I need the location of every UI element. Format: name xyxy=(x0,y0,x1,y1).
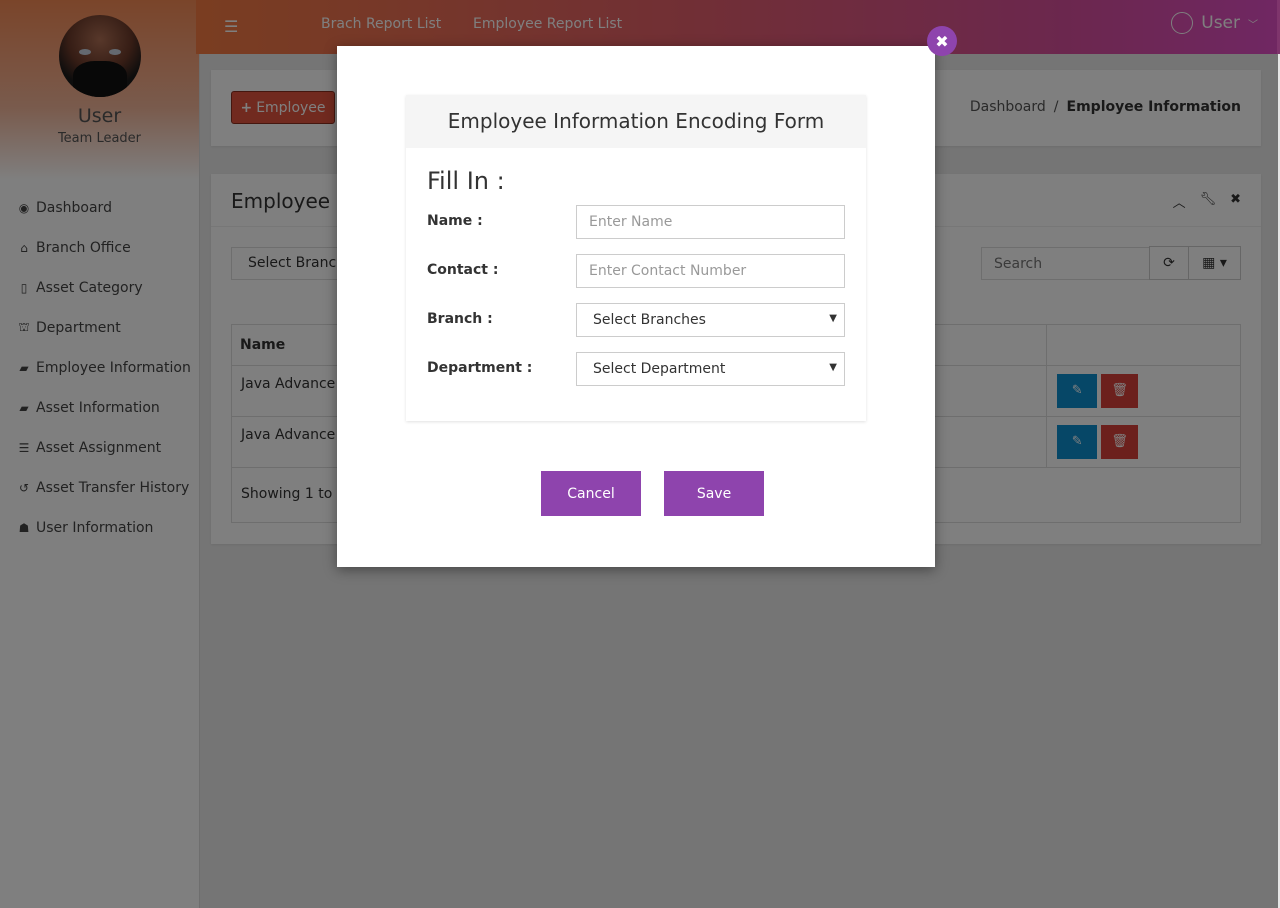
name-input[interactable] xyxy=(576,205,845,239)
caret-down-icon: ▼ xyxy=(829,362,837,373)
branch-select-value: Select Branches xyxy=(593,312,706,328)
cancel-button[interactable]: Cancel xyxy=(541,471,641,516)
name-row: Name : xyxy=(427,205,845,239)
branch-row: Branch : Select Branches ▼ xyxy=(427,303,845,337)
caret-down-icon: ▼ xyxy=(829,313,837,324)
department-select-value: Select Department xyxy=(593,361,726,377)
contact-label: Contact : xyxy=(427,262,499,278)
form-section-heading: Fill In : xyxy=(427,167,505,195)
contact-row: Contact : xyxy=(427,254,845,288)
form-title: Employee Information Encoding Form xyxy=(406,95,866,148)
save-button[interactable]: Save xyxy=(664,471,764,516)
employee-form-modal: Employee Information Encoding Form Fill … xyxy=(337,46,935,567)
name-label: Name : xyxy=(427,213,483,229)
department-row: Department : Select Department ▼ xyxy=(427,352,845,386)
form-card: Employee Information Encoding Form Fill … xyxy=(406,95,866,421)
modal-close-button[interactable]: ✖ xyxy=(927,26,957,56)
department-label: Department : xyxy=(427,360,533,376)
department-select[interactable]: Select Department ▼ xyxy=(576,352,845,386)
close-icon: ✖ xyxy=(935,31,949,51)
contact-input[interactable] xyxy=(576,254,845,288)
branch-label: Branch : xyxy=(427,311,493,327)
branch-select[interactable]: Select Branches ▼ xyxy=(576,303,845,337)
